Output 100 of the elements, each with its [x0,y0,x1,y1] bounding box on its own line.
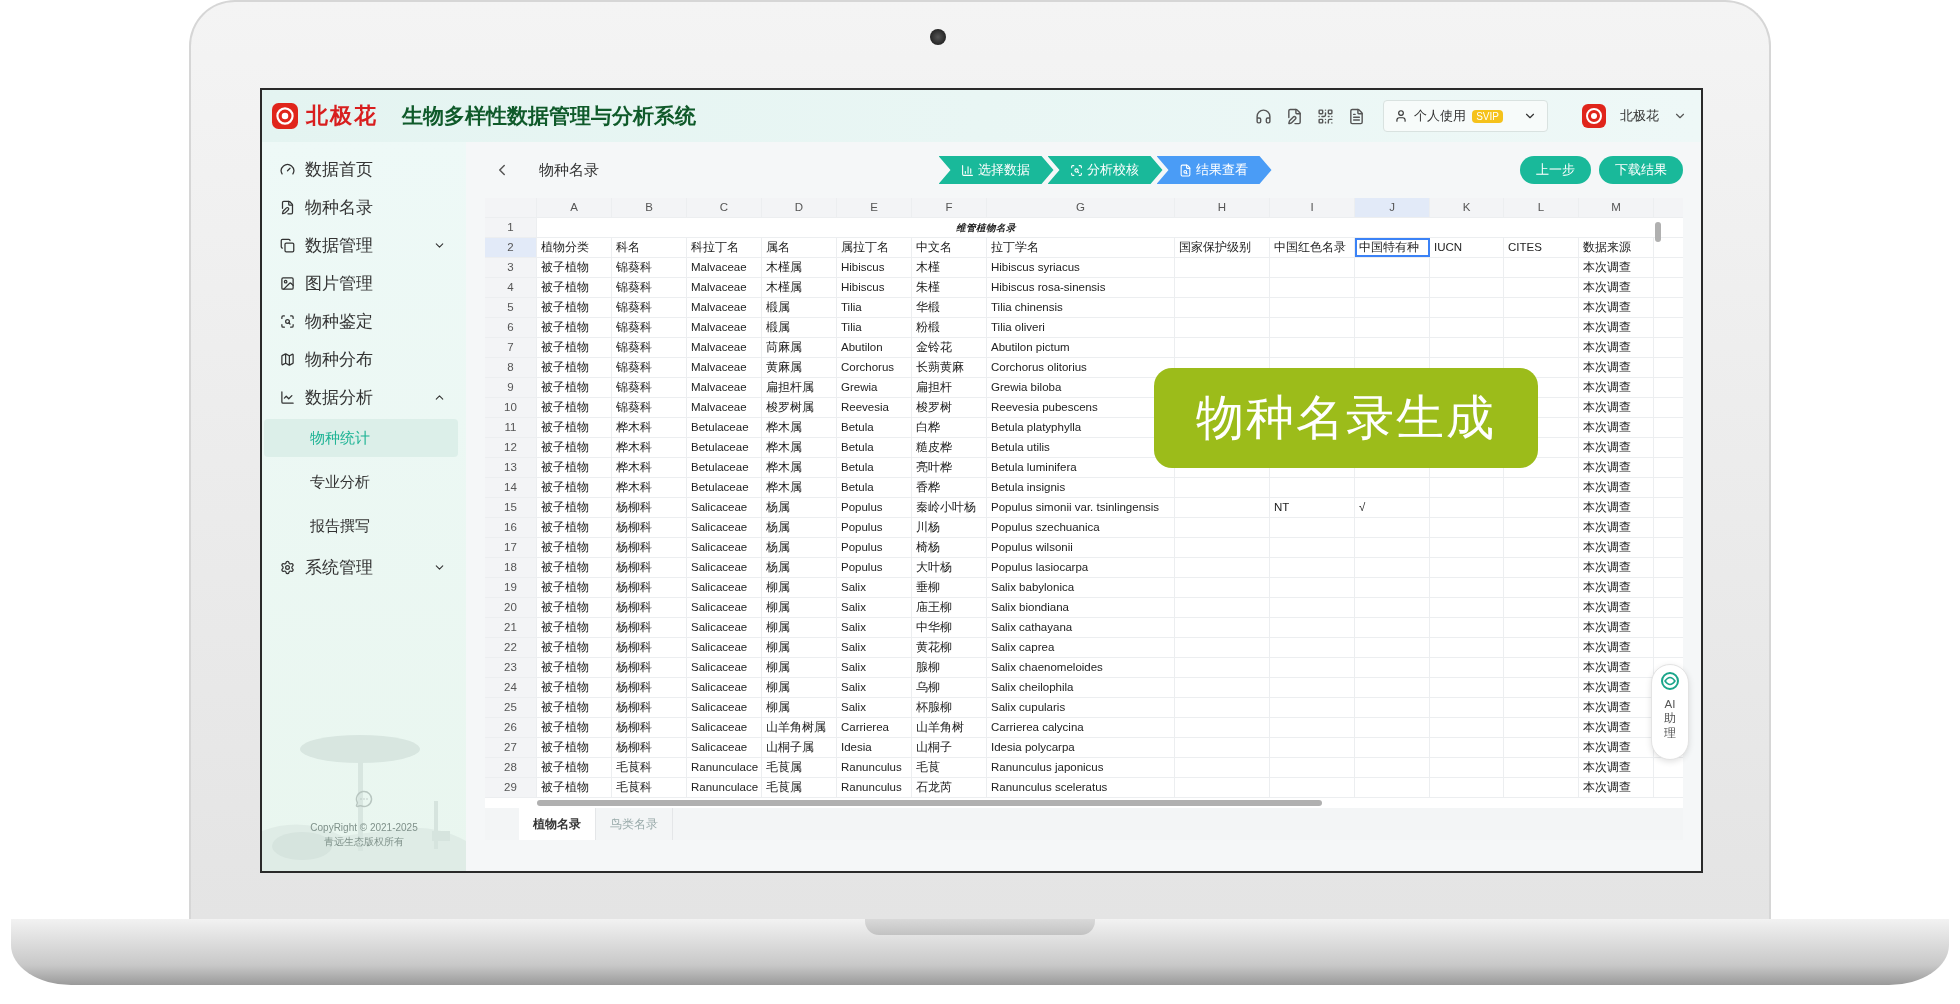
table-cell-text: 被子植物 [540,480,590,495]
row-number[interactable]: 6 [485,318,537,337]
row-number[interactable]: 25 [485,698,537,717]
row-number[interactable]: 11 [485,418,537,437]
row-number[interactable]: 13 [485,458,537,477]
table-cell-text: 本次调查 [1582,760,1632,775]
scrollbar[interactable] [537,800,1322,806]
table-cell-text: Salix [840,680,867,695]
submenu-item[interactable]: 专业分析 [264,463,458,501]
sheet-tab[interactable]: 植物名录 [519,808,596,840]
row-number[interactable]: 2 [485,238,537,257]
row-number[interactable]: 18 [485,558,537,577]
menu-icon [280,275,295,291]
table-cell-text: 被子植物 [540,540,590,555]
table-cell-text: Malvaceae [690,340,748,355]
table-cell-text: 桦木属 [765,440,803,455]
table-cell-text: 锦葵科 [615,340,653,355]
row-number[interactable]: 10 [485,398,537,417]
column-header[interactable]: E [837,198,912,217]
menu-item[interactable]: 图片管理 [262,264,466,302]
row-number[interactable]: 3 [485,258,537,277]
menu-item[interactable]: 物种分布 [262,340,466,378]
row-number[interactable]: 17 [485,538,537,557]
column-header[interactable]: B [612,198,687,217]
table-cell-text: Salicaceae [690,700,749,715]
table-cell-text: 被子植物 [540,520,590,535]
submenu-item[interactable]: 报告撰写 [264,507,458,545]
row-number[interactable]: 19 [485,578,537,597]
row-number[interactable]: 27 [485,738,537,757]
table-cell-text: 科拉丁名 [690,240,740,255]
table-cell-text: Hibiscus rosa-sinensis [990,280,1107,295]
column-header[interactable]: A [537,198,612,217]
headset-icon[interactable] [1255,107,1273,125]
column-header[interactable]: F [912,198,987,217]
table-cell-text: Ranunculus [840,780,903,795]
table-cell-text: 川杨 [915,520,941,535]
table-cell-text: 大叶杨 [915,560,953,575]
row-number[interactable]: 26 [485,718,537,737]
qr-code-icon[interactable] [1317,107,1335,125]
row-number[interactable]: 20 [485,598,537,617]
document-icon[interactable] [1348,107,1366,125]
table-cell-text: 柳属 [765,640,791,655]
column-header[interactable]: M [1579,198,1654,217]
menu-item[interactable]: 物种名录 [262,188,466,226]
table-cell-text: 黄麻属 [765,360,803,375]
column-header[interactable]: K [1430,198,1504,217]
menu-item[interactable]: 数据分析 [262,378,466,416]
row-number[interactable]: 8 [485,358,537,377]
edit-icon[interactable] [1286,107,1304,125]
row-number[interactable]: 22 [485,638,537,657]
page-title: 物种名录 [539,160,599,180]
column-header[interactable]: D [762,198,837,217]
row-number[interactable]: 21 [485,618,537,637]
table-cell-text: 石龙芮 [915,780,953,795]
table-cell-text: Betula [840,480,875,495]
row-number[interactable]: 29 [485,778,537,797]
table-cell-text: 杨柳科 [615,640,653,655]
table-cell-text: 杨柳科 [615,520,653,535]
table-cell-text: Malvaceae [690,320,748,335]
table-cell-text: Idesia [840,740,873,755]
table-cell-text: 朱槿 [915,280,941,295]
column-header[interactable]: C [687,198,762,217]
menu-item[interactable]: 数据管理 [262,226,466,264]
table-cell-text: 山羊角树属 [765,720,827,735]
column-header[interactable]: G [987,198,1175,217]
row-number[interactable]: 9 [485,378,537,397]
row-number[interactable]: 4 [485,278,537,297]
row-number[interactable]: 15 [485,498,537,517]
row-number[interactable]: 14 [485,478,537,497]
row-number[interactable]: 12 [485,438,537,457]
table-cell-text: 毛茛属 [765,760,803,775]
table-cell-text: 本次调查 [1582,620,1632,635]
menu-item[interactable]: 系统管理 [262,548,466,586]
table-cell-text: Malvaceae [690,360,748,375]
table-cell-text: 山桐子 [915,740,953,755]
table-cell-text: 被子植物 [540,580,590,595]
column-header[interactable]: H [1175,198,1270,217]
table-cell-text: √ [1358,500,1367,515]
scrollbar[interactable] [1655,222,1661,242]
row-number[interactable]: 1 [485,218,537,237]
account-menu[interactable]: 个人使用 SVIP [1383,100,1548,132]
row-number[interactable]: 23 [485,658,537,677]
column-header[interactable]: J [1355,198,1430,217]
row-number[interactable]: 5 [485,298,537,317]
assistant-button[interactable]: AI助理 [1651,664,1689,760]
table-cell-text: 被子植物 [540,660,590,675]
menu-item[interactable]: 数据首页 [262,150,466,188]
row-number[interactable]: 16 [485,518,537,537]
table-cell-text: Betula insignis [990,480,1067,495]
row-number[interactable]: 24 [485,678,537,697]
menu-item[interactable]: 物种鉴定 [262,302,466,340]
row-number[interactable]: 7 [485,338,537,357]
table-cell-text: 中文名 [915,240,953,255]
row-number[interactable]: 28 [485,758,537,777]
table-cell-text: 山羊角树 [915,720,965,735]
table-cell-text: 本次调查 [1582,400,1632,415]
column-header[interactable]: L [1504,198,1579,217]
table-cell-text: 国家保护级别 [1178,240,1252,255]
table-cell-text: 被子植物 [540,440,590,455]
table-cell-text: Salicaceae [690,580,749,595]
